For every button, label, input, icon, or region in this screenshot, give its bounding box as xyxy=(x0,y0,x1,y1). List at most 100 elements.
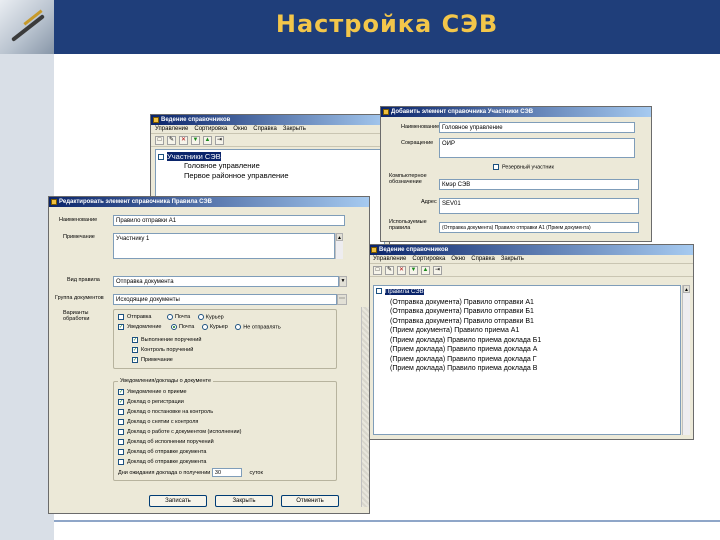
rules-row[interactable]: (Прием документа) Правило приема А1 xyxy=(376,326,678,336)
menu-item-management[interactable]: Управление xyxy=(155,126,188,132)
menu-item-window[interactable]: Окно xyxy=(451,256,465,262)
close-button[interactable]: Закрыть xyxy=(215,495,273,507)
rules-toolbar: □ ✎ ✕ ▼ ▲ ⇥ xyxy=(369,264,693,277)
menu-item-close[interactable]: Закрыть xyxy=(283,126,306,132)
new-icon[interactable]: □ xyxy=(155,135,164,145)
menu-item-help[interactable]: Справка xyxy=(471,256,495,262)
sub-check-note[interactable]: ✓ Примечание xyxy=(132,355,201,365)
short-field[interactable]: ОИР xyxy=(439,138,635,158)
rules-list-header[interactable]: Правила СЭВ xyxy=(376,288,678,298)
report-check[interactable]: ✓ Уведомление о приеме xyxy=(118,387,241,397)
days-unit: суток xyxy=(249,469,263,476)
tree-item[interactable]: Первое районное управление xyxy=(158,171,382,181)
courier-radio[interactable] xyxy=(197,314,204,320)
report-check[interactable]: Доклад об отправке документа xyxy=(118,457,241,467)
exit-icon[interactable]: ⇥ xyxy=(215,135,224,145)
delete-icon[interactable]: ✕ xyxy=(179,135,188,145)
label-name: Наименование xyxy=(59,217,98,223)
note-scrollbar[interactable]: ▲ xyxy=(335,233,343,259)
chevron-down-icon[interactable]: ▼ xyxy=(339,276,347,287)
cancel-button[interactable]: Отменить xyxy=(281,495,339,507)
move-down-icon[interactable]: ▼ xyxy=(191,135,200,145)
report-check[interactable]: Доклад об исполнении поручений xyxy=(118,437,241,447)
rules-row[interactable]: (Прием доклада) Правило приема доклада А xyxy=(376,345,678,355)
doc-group-field[interactable]: Исходящие документы xyxy=(113,294,337,305)
post-radio[interactable] xyxy=(171,324,178,330)
app-icon xyxy=(153,117,159,123)
edit-rule-titlebar[interactable]: Редактировать элемент справочника Правил… xyxy=(49,197,369,207)
menu-item-help[interactable]: Справка xyxy=(253,126,277,132)
label-name: Наименование xyxy=(401,124,440,130)
menu-item-close[interactable]: Закрыть xyxy=(501,256,524,262)
rules-row[interactable]: (Прием доклада) Правило приема доклада Г xyxy=(376,355,678,365)
note-field[interactable]: Участнику 1 xyxy=(113,233,335,259)
rules-directory-window: Ведение справочников Управление Сортировк… xyxy=(368,244,694,440)
notice-checkbox[interactable]: ✓ xyxy=(118,324,124,330)
rules-row[interactable]: (Отправка документа) Правило отправки В1 xyxy=(376,317,678,327)
no-send-radio[interactable] xyxy=(235,324,242,330)
folder-icon xyxy=(376,288,382,295)
edit-window-scrollbar[interactable] xyxy=(361,307,369,507)
reserve-checkbox[interactable]: Резервный участник xyxy=(493,164,554,170)
exit-icon[interactable]: ⇥ xyxy=(433,265,442,275)
directory-window-titlebar[interactable]: Ведение справочников xyxy=(151,115,389,125)
rules-row[interactable]: (Прием доклада) Правило приема доклада Б… xyxy=(376,336,678,346)
tree-item[interactable]: Головное управление xyxy=(158,161,382,171)
directory-toolbar: □ ✎ ✕ ▼ ▲ ⇥ xyxy=(151,134,389,147)
courier-radio[interactable] xyxy=(201,324,208,330)
menu-item-management[interactable]: Управление xyxy=(373,256,406,262)
tree-node-participants[interactable]: Участники СЭВ xyxy=(158,152,382,161)
slide-left-strip xyxy=(0,0,54,540)
name-field[interactable]: Головное управление xyxy=(439,122,635,133)
move-down-icon[interactable]: ▼ xyxy=(409,265,418,275)
move-up-icon[interactable]: ▲ xyxy=(203,135,212,145)
edit-icon[interactable]: ✎ xyxy=(167,135,176,145)
select-icon[interactable]: ⋯ xyxy=(337,294,347,305)
send-checkbox[interactable] xyxy=(118,314,124,320)
rules-row[interactable]: (Отправка документа) Правило отправки Б1 xyxy=(376,307,678,317)
address-field[interactable]: SEV01 xyxy=(439,198,639,214)
label-process: Варианты обработки xyxy=(63,310,90,322)
label-location: Компьютерное обозначение xyxy=(389,173,427,185)
scroll-up-icon[interactable]: ▲ xyxy=(336,233,343,241)
label-used-rules: Используемые правила xyxy=(389,219,427,231)
used-rules-field[interactable]: (Отправка документа) Правило отправки А1… xyxy=(439,222,639,233)
report-check[interactable]: Доклад о работе с документом (исполнении… xyxy=(118,427,241,437)
location-field[interactable]: Кмэр СЭВ xyxy=(439,179,639,190)
reports-group-title: Уведомления/доклады о документе xyxy=(118,378,214,384)
move-up-icon[interactable]: ▲ xyxy=(421,265,430,275)
add-participant-window: Добавить элемент справочника Участники С… xyxy=(380,106,652,242)
report-check[interactable]: Доклад об отправке документа xyxy=(118,447,241,457)
rule-name-field[interactable]: Правило отправки А1 xyxy=(113,215,345,226)
new-icon[interactable]: □ xyxy=(373,265,382,275)
rules-row[interactable]: (Отправка документа) Правило отправки А1 xyxy=(376,298,678,308)
rules-row[interactable]: (Прием доклада) Правило приема доклада В xyxy=(376,364,678,374)
post-radio[interactable] xyxy=(166,314,173,320)
label-note: Примечание xyxy=(63,234,95,240)
report-check[interactable]: ✓ Доклад о регистрации xyxy=(118,397,241,407)
doc-kind-select[interactable]: Отправка документа xyxy=(113,276,339,287)
delete-icon[interactable]: ✕ xyxy=(397,265,406,275)
sub-checks: ✓ Выполнение поручений ✓ Контроль поручени… xyxy=(132,335,201,365)
rules-list: Правила СЭВ (Отправка документа) Правило… xyxy=(373,285,681,435)
report-check[interactable]: Доклад о постановке на контроль xyxy=(118,407,241,417)
days-row: Дни ожидания доклада о получении 30 суто… xyxy=(118,468,263,477)
notice-row: ✓ Уведомление Почта Курьер Не отправлять xyxy=(118,324,281,331)
app-icon xyxy=(51,199,57,205)
save-button[interactable]: Записать xyxy=(149,495,207,507)
menu-item-sort[interactable]: Сортировка xyxy=(412,256,445,262)
scroll-up-icon[interactable]: ▲ xyxy=(683,285,690,293)
days-label: Дни ожидания доклада о получении xyxy=(118,469,211,476)
rules-directory-titlebar[interactable]: Ведение справочников xyxy=(369,245,693,255)
edit-icon[interactable]: ✎ xyxy=(385,265,394,275)
process-group: Отправка Почта Курьер ✓ Уведомление Почта… xyxy=(113,309,337,369)
menu-item-window[interactable]: Окно xyxy=(233,126,247,132)
rules-scrollbar[interactable]: ▲ xyxy=(682,285,690,435)
sub-check-control[interactable]: ✓ Контроль поручений xyxy=(132,345,201,355)
menu-item-sort[interactable]: Сортировка xyxy=(194,126,227,132)
add-participant-titlebar[interactable]: Добавить элемент справочника Участники С… xyxy=(381,107,651,117)
sub-check-execution[interactable]: ✓ Выполнение поручений xyxy=(132,335,201,345)
report-check[interactable]: Доклад о снятии с контроля xyxy=(118,417,241,427)
days-input[interactable]: 30 xyxy=(211,468,242,477)
folder-icon xyxy=(158,154,164,161)
